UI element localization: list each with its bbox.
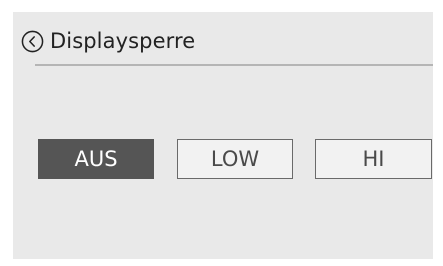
header-divider <box>35 64 433 66</box>
option-group: AUS LOW HI <box>13 139 433 179</box>
option-low-button[interactable]: LOW <box>177 139 293 179</box>
header: Displaysperre <box>21 26 195 56</box>
option-aus-button[interactable]: AUS <box>38 139 154 179</box>
display-lock-screen: Displaysperre AUS LOW HI <box>13 12 433 259</box>
option-hi-button[interactable]: HI <box>315 139 432 179</box>
back-icon[interactable] <box>21 30 44 53</box>
page-title: Displaysperre <box>50 29 196 53</box>
